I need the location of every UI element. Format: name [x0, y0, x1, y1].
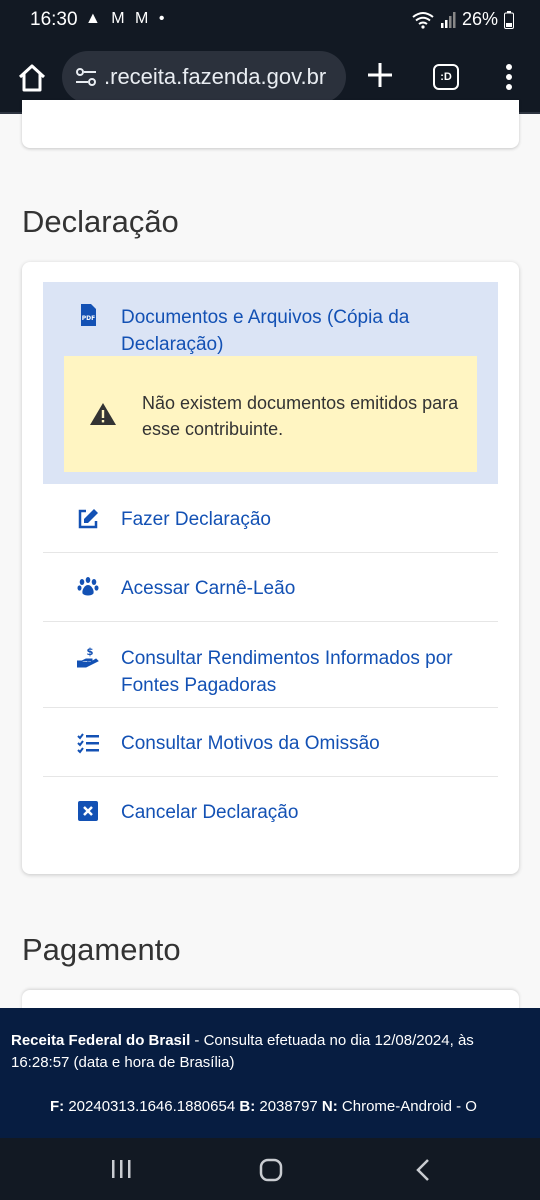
item-label: Cancelar Declaração — [121, 802, 299, 823]
system-navigation-bar — [0, 1138, 540, 1200]
footer-build-info: F: 20240313.1646.1880654 B: 2038797 N: C… — [50, 1096, 477, 1118]
url-text: .receita.fazenda.gov.br — [104, 64, 327, 89]
home-icon[interactable] — [14, 60, 50, 96]
status-bar: 16:30 ▲ M M • 26% — [0, 0, 540, 40]
item-consultar-rendimentos[interactable]: $ Consultar Rendimentos Informados por F… — [43, 622, 498, 708]
address-bar[interactable]: .receita.fazenda.gov.br — [62, 51, 346, 103]
item-consultar-motivos[interactable]: Consultar Motivos da Omissão — [43, 708, 498, 777]
notification-indicators: ▲ M M • — [85, 10, 168, 27]
footer-n-value: Chrome-Android - O — [337, 1098, 477, 1115]
declaracao-card: PDF Documentos e Arquivos (Cópia da Decl… — [22, 262, 519, 874]
footer-f-value: 20240313.1646.1880654 — [64, 1098, 240, 1115]
warning-icon — [90, 403, 116, 425]
footer-org: Receita Federal do Brasil — [11, 1032, 191, 1049]
hand-dollar-icon: $ — [77, 647, 99, 668]
site-settings-icon[interactable] — [74, 65, 98, 89]
item-documentos-arquivos[interactable]: PDF Documentos e Arquivos (Cópia da Decl… — [43, 282, 498, 484]
alert-message: Não existem documentos emitidos para ess… — [142, 393, 459, 439]
paw-icon — [77, 577, 99, 596]
footer-n-label: N: — [321, 1098, 338, 1115]
recent-apps-icon[interactable] — [110, 1158, 132, 1180]
home-nav-icon[interactable] — [259, 1158, 283, 1182]
battery-level: 26% — [461, 9, 498, 29]
item-carne-leao[interactable]: Acessar Carnê-Leão — [43, 553, 498, 622]
edit-icon — [78, 509, 98, 529]
footer-b-label: B: — [239, 1098, 256, 1115]
previous-card — [22, 100, 519, 148]
checklist-icon — [77, 733, 99, 754]
back-icon[interactable] — [414, 1158, 432, 1182]
section-title-pagamento: Pagamento — [22, 932, 181, 967]
close-square-icon — [78, 801, 98, 821]
wifi-icon — [412, 11, 434, 29]
item-label: Consultar Rendimentos Informados por Fon… — [121, 648, 453, 696]
item-label: Documentos e Arquivos (Cópia da Declaraç… — [121, 307, 410, 355]
svg-text:$: $ — [87, 647, 94, 658]
new-tab-icon[interactable] — [365, 60, 395, 90]
footer-info: Receita Federal do Brasil - Consulta efe… — [11, 1030, 526, 1074]
item-label: Consultar Motivos da Omissão — [121, 733, 380, 754]
status-time: 16:30 — [30, 9, 78, 30]
alert-box: Não existem documentos emitidos para ess… — [64, 356, 477, 472]
item-fazer-declaracao[interactable]: Fazer Declaração — [43, 484, 498, 553]
tab-switcher-button[interactable]: :D — [433, 64, 459, 90]
footer-b-value: 2038797 — [255, 1098, 322, 1115]
section-title-declaracao: Declaração — [22, 204, 179, 239]
status-right: 26% — [412, 9, 514, 30]
site-footer: Receita Federal do Brasil - Consulta efe… — [0, 1008, 540, 1138]
footer-f-label: F: — [50, 1098, 65, 1115]
item-cancelar-declaracao[interactable]: Cancelar Declaração — [43, 777, 498, 846]
pdf-icon: PDF — [81, 304, 96, 326]
svg-text:PDF: PDF — [82, 315, 95, 322]
battery-icon — [504, 10, 514, 29]
more-options-icon[interactable] — [497, 62, 521, 92]
item-label: Acessar Carnê-Leão — [121, 578, 296, 599]
item-label: Fazer Declaração — [121, 509, 271, 530]
signal-icon — [440, 11, 456, 28]
